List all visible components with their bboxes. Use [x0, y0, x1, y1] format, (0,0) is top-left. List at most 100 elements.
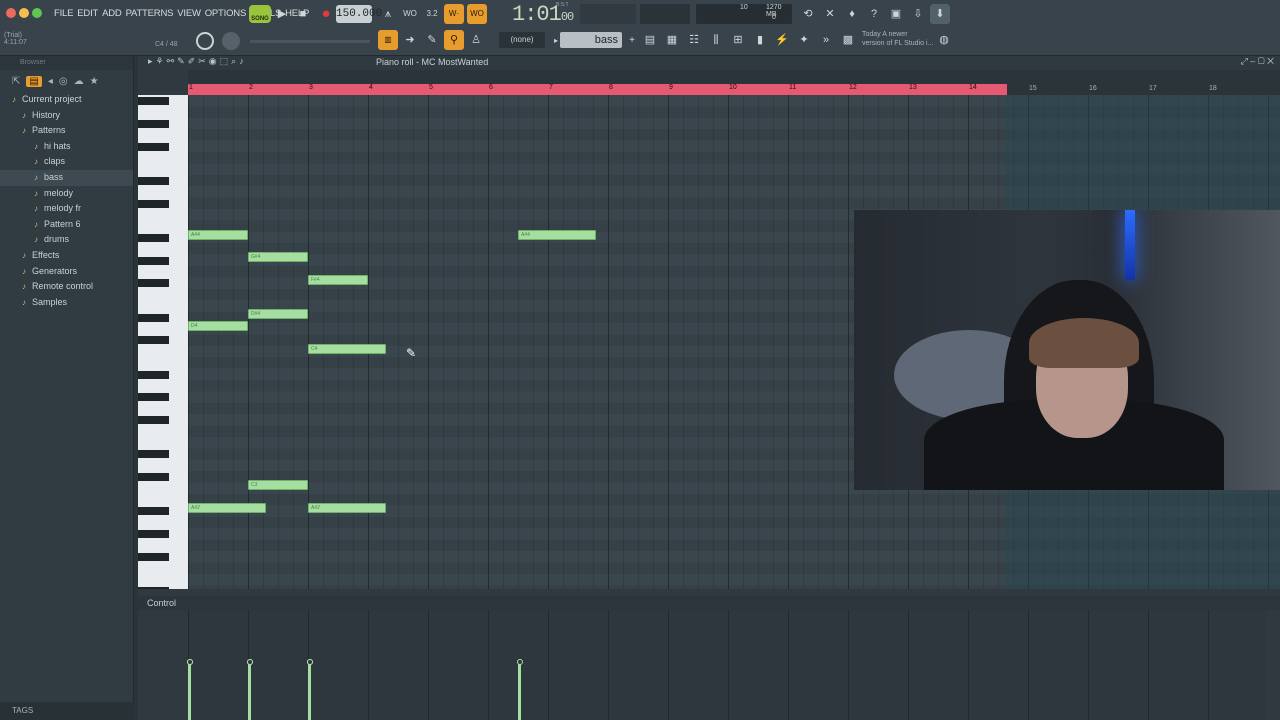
browser-item-claps[interactable]: ♪ claps	[0, 154, 133, 170]
menu-file[interactable]: FILE	[52, 8, 75, 19]
back-icon[interactable]: ◂	[48, 76, 53, 87]
undo-history-icon[interactable]: ⟲	[798, 4, 818, 24]
globe-icon[interactable]: ◍	[934, 30, 954, 50]
render-icon[interactable]: ⇩	[908, 4, 928, 24]
mute-tool-icon[interactable]: ◉	[209, 56, 217, 67]
black-key[interactable]	[138, 530, 169, 539]
channel-rack-icon[interactable]: ☷	[684, 30, 704, 50]
link-icon[interactable]: ⚲	[444, 30, 464, 50]
velocity-bar[interactable]	[518, 662, 521, 720]
stop-button[interactable]: ■	[293, 4, 313, 24]
pencil-tool-icon[interactable]: ✎	[177, 56, 185, 67]
metronome-icon[interactable]: ⩚	[378, 4, 398, 24]
browser-item-current-project[interactable]: ♪ Current project	[0, 92, 133, 108]
stamp-tool-icon[interactable]: ✦	[794, 30, 814, 50]
step-edit-icon[interactable]: W·	[444, 4, 464, 24]
playlist-icon[interactable]: ▤	[640, 30, 660, 50]
magnet-icon[interactable]: ⚘	[156, 56, 164, 67]
black-key[interactable]	[138, 176, 169, 185]
tempo-display[interactable]: 150.000	[336, 5, 382, 23]
zoom-tool-icon[interactable]: ⌕	[231, 56, 236, 67]
pattern-selector[interactable]: (none)	[499, 32, 545, 48]
piano-keyboard[interactable]	[138, 95, 188, 589]
black-key[interactable]	[138, 507, 169, 516]
black-key[interactable]	[138, 450, 169, 459]
browser-item-pattern-6[interactable]: ♪ Pattern 6	[0, 217, 133, 233]
black-key[interactable]	[138, 256, 169, 265]
browser-item-melody[interactable]: ♪ melody	[0, 186, 133, 202]
note[interactable]: D#4	[248, 309, 308, 320]
browser-item-remote-control[interactable]: ♪ Remote control	[0, 279, 133, 295]
black-key[interactable]	[138, 279, 169, 288]
mixer-icon[interactable]: ⫼	[706, 30, 726, 50]
menu-view[interactable]: VIEW	[175, 8, 202, 19]
browser-item-patterns[interactable]: ♪ Patterns	[0, 123, 133, 139]
note[interactable]: G#4	[248, 252, 308, 263]
star-icon[interactable]: ★	[90, 76, 99, 87]
maximize-window-button[interactable]	[32, 8, 42, 18]
menu-options[interactable]: OPTIONS	[203, 8, 248, 19]
note[interactable]: C4	[308, 343, 386, 354]
stamp-icon[interactable]: ♙	[466, 30, 486, 50]
select-tool-icon[interactable]: ⬚	[220, 56, 229, 67]
black-key[interactable]	[138, 199, 169, 208]
browser-item-generators[interactable]: ♪ Generators	[0, 264, 133, 280]
loop-record-icon[interactable]: WO	[467, 4, 487, 24]
plugin-icon[interactable]: ▮	[750, 30, 770, 50]
add-icon[interactable]: +	[622, 31, 642, 51]
black-key[interactable]	[138, 370, 169, 379]
browser-item-samples[interactable]: ♪ Samples	[0, 295, 133, 311]
browser-icon[interactable]: ⊞	[728, 30, 748, 50]
velocity-handle[interactable]	[186, 659, 193, 665]
note[interactable]: A#4	[188, 229, 248, 240]
black-key[interactable]	[138, 142, 169, 151]
scroll-bar[interactable]	[188, 70, 1280, 84]
position-slider[interactable]	[250, 40, 370, 43]
black-key[interactable]	[138, 473, 169, 482]
black-key[interactable]	[138, 553, 169, 561]
browser-item-hi-hats[interactable]: ♪ hi hats	[0, 139, 133, 155]
control-label[interactable]: Control	[147, 598, 176, 608]
note[interactable]: A#2	[188, 503, 266, 514]
window-buttons[interactable]: ⤢ – ▢ ✕	[1241, 56, 1274, 67]
help-icon[interactable]: ?	[864, 4, 884, 24]
black-key[interactable]	[138, 336, 169, 345]
note[interactable]: A#4	[518, 229, 596, 240]
browser-search[interactable]: Browser	[0, 56, 133, 70]
black-key[interactable]	[138, 587, 169, 589]
velocity-handle[interactable]	[516, 659, 523, 665]
velocity-handle[interactable]	[306, 659, 313, 665]
browser-item-drums[interactable]: ♪ drums	[0, 232, 133, 248]
velocity-lane[interactable]	[186, 610, 1266, 720]
fast-forward-icon[interactable]: »	[816, 30, 836, 50]
wait-input-icon[interactable]: WO	[400, 4, 420, 24]
note[interactable]: D4	[188, 320, 248, 331]
velocity-bar[interactable]	[188, 662, 191, 720]
menu-edit[interactable]: EDIT	[75, 8, 100, 19]
snap-icon[interactable]: ⚯	[167, 56, 175, 67]
cloud-icon[interactable]: ☁	[74, 76, 84, 87]
black-key[interactable]	[138, 393, 169, 402]
menu-arrow-icon[interactable]: ▸	[148, 56, 153, 67]
news-icon[interactable]: ▩	[838, 30, 858, 50]
velocity-bar[interactable]	[248, 662, 251, 720]
time-ruler[interactable]: 1 2 3 4 5 6 7 8 9 10 11 12 13 14 15 16 17 18	[188, 84, 1280, 95]
close-window-button[interactable]	[6, 8, 16, 18]
browser-item-history[interactable]: ♪ History	[0, 108, 133, 124]
tags-bar[interactable]: TAGS	[0, 702, 134, 720]
black-key[interactable]	[138, 313, 169, 322]
browser-item-effects[interactable]: ♪ Effects	[0, 248, 133, 264]
black-key[interactable]	[138, 233, 169, 242]
plug-icon[interactable]: ⚡	[772, 30, 792, 50]
note[interactable]: C3	[248, 480, 308, 491]
target-icon[interactable]: ◎	[59, 76, 68, 87]
piano-roll-window-icon[interactable]: ▦	[662, 30, 682, 50]
play-button[interactable]: ▶	[272, 4, 292, 24]
microphone-icon[interactable]: ♦	[842, 4, 862, 24]
news-panel[interactable]: Today A newer version of FL Studio i...	[862, 30, 933, 48]
note[interactable]: F#4	[308, 275, 368, 286]
menu-add[interactable]: ADD	[100, 8, 123, 19]
folder-view-icon[interactable]: ▤	[26, 75, 42, 87]
velocity-handle[interactable]	[246, 659, 253, 665]
menu-patterns[interactable]: PATTERNS	[124, 8, 176, 19]
